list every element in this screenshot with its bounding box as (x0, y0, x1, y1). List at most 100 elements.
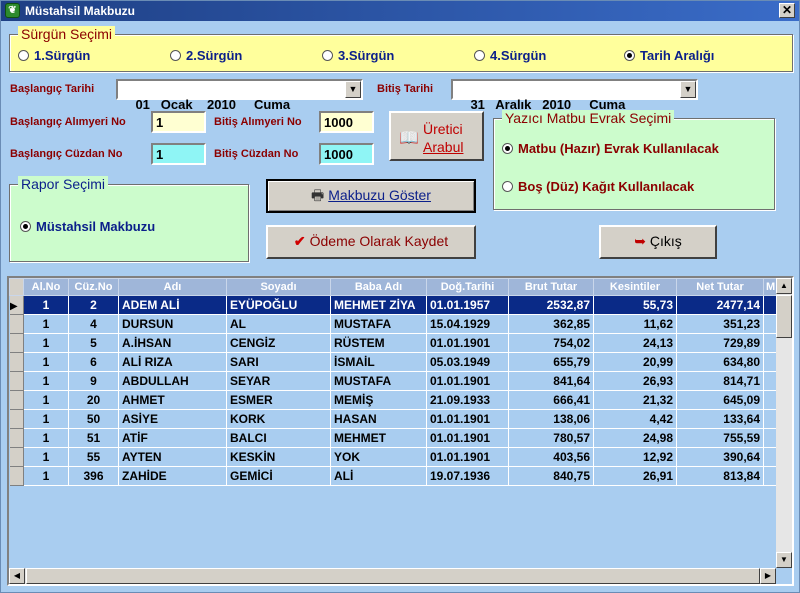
radio-matbu[interactable]: Matbu (Hazır) Evrak Kullanılacak (502, 141, 719, 156)
table-cell[interactable]: EYÜPOĞLU (226, 295, 331, 315)
cikis-button[interactable]: ➥ Çıkış (599, 225, 717, 259)
table-cell[interactable]: 24,13 (593, 333, 677, 353)
table-cell[interactable]: 351,23 (676, 314, 764, 334)
horizontal-scroll-thumb[interactable] (26, 568, 760, 584)
table-cell[interactable]: ATİF (118, 428, 227, 448)
table-cell[interactable]: ZAHİDE (118, 466, 227, 486)
table-cell[interactable]: ABDULLAH (118, 371, 227, 391)
table-cell[interactable]: 6 (68, 352, 119, 372)
table-row[interactable]: 1 55 AYTEN KESKİN YOK 01.01.1901 403,56 12,92 39… (9, 447, 779, 467)
table-cell[interactable]: 4,42 (593, 409, 677, 429)
table-row[interactable]: 1 4 DURSUN AL MUSTAFA 15.04.1929 362,85 11,62 35… (9, 314, 779, 334)
table-cell[interactable]: 1 (23, 447, 69, 467)
table-cell[interactable]: 51 (68, 428, 119, 448)
table-cell[interactable]: MEMİŞ (330, 390, 427, 410)
table-cell[interactable]: 24,98 (593, 428, 677, 448)
table-cell[interactable]: 5 (68, 333, 119, 353)
table-cell[interactable]: YOK (330, 447, 427, 467)
row-indicator[interactable] (9, 314, 24, 334)
table-cell[interactable]: ADEM ALİ (118, 295, 227, 315)
uretici-arabul-button[interactable]: 📖 Üretici Arabul (389, 111, 484, 161)
row-indicator[interactable] (9, 352, 24, 372)
table-cell[interactable]: 403,56 (508, 447, 594, 467)
table-cell[interactable]: 01.01.1957 (426, 295, 509, 315)
table-cell[interactable]: 01.01.1901 (426, 371, 509, 391)
column-header[interactable]: Adı (118, 278, 227, 296)
table-cell[interactable]: 1 (23, 390, 69, 410)
table-row[interactable]: 1 6 ALİ RIZA SARI İSMAİL 05.03.1949 655,79 20,9… (9, 352, 779, 372)
table-cell[interactable]: RÜSTEM (330, 333, 427, 353)
column-header[interactable]: Brut Tutar (508, 278, 594, 296)
table-cell[interactable]: 01.01.1901 (426, 447, 509, 467)
odeme-kaydet-button[interactable]: ✔ Ödeme Olarak Kaydet (266, 225, 476, 259)
table-cell[interactable]: 05.03.1949 (426, 352, 509, 372)
chevron-down-icon[interactable]: ▼ (680, 81, 696, 98)
row-indicator[interactable] (9, 447, 24, 467)
table-cell[interactable]: 1 (23, 466, 69, 486)
table-cell[interactable]: 780,57 (508, 428, 594, 448)
close-button[interactable]: ✕ (779, 3, 795, 18)
table-cell[interactable]: MUSTAFA (330, 314, 427, 334)
table-row[interactable]: 1 396 ZAHİDE GEMİCİ ALİ 19.07.1936 840,75 26,91… (9, 466, 779, 486)
table-cell[interactable]: 814,71 (676, 371, 764, 391)
table-cell[interactable]: 2 (68, 295, 119, 315)
table-cell[interactable]: 138,06 (508, 409, 594, 429)
table-cell[interactable]: İSMAİL (330, 352, 427, 372)
table-cell[interactable]: MEHMET (330, 428, 427, 448)
table-cell[interactable]: 840,75 (508, 466, 594, 486)
table-cell[interactable]: 20 (68, 390, 119, 410)
column-header[interactable]: Net Tutar (676, 278, 764, 296)
table-cell[interactable]: 15.04.1929 (426, 314, 509, 334)
table-cell[interactable]: 729,89 (676, 333, 764, 353)
vertical-scrollbar[interactable]: ▲ ▼ (776, 278, 792, 568)
table-cell[interactable]: SEYAR (226, 371, 331, 391)
table-cell[interactable]: GEMİCİ (226, 466, 331, 486)
table-row[interactable]: ▶ 1 2 ADEM ALİ EYÜPOĞLU MEHMET ZİYA 01.01.1957… (9, 295, 779, 315)
row-indicator[interactable] (9, 409, 24, 429)
table-cell[interactable]: KORK (226, 409, 331, 429)
table-cell[interactable]: 21,32 (593, 390, 677, 410)
table-cell[interactable]: MEHMET ZİYA (330, 295, 427, 315)
row-indicator[interactable] (9, 390, 24, 410)
table-cell[interactable]: 12,92 (593, 447, 677, 467)
table-cell[interactable]: A.İHSAN (118, 333, 227, 353)
table-cell[interactable]: 1 (23, 428, 69, 448)
column-header[interactable]: Soyadı (226, 278, 331, 296)
radio-bos-kagit[interactable]: Boş (Düz) Kağıt Kullanılacak (502, 179, 694, 194)
table-cell[interactable]: 645,09 (676, 390, 764, 410)
table-cell[interactable]: 1 (23, 352, 69, 372)
start-cuzdan-input[interactable]: 1 (151, 143, 206, 165)
table-cell[interactable]: KESKİN (226, 447, 331, 467)
table-cell[interactable]: 813,84 (676, 466, 764, 486)
table-cell[interactable]: 841,64 (508, 371, 594, 391)
table-cell[interactable]: 19.07.1936 (426, 466, 509, 486)
row-indicator[interactable] (9, 466, 24, 486)
table-cell[interactable]: 2477,14 (676, 295, 764, 315)
table-cell[interactable]: 1 (23, 295, 69, 315)
table-cell[interactable]: 21.09.1933 (426, 390, 509, 410)
table-cell[interactable]: ALİ RIZA (118, 352, 227, 372)
horizontal-scrollbar[interactable]: ◀ ▶ (9, 568, 776, 584)
table-cell[interactable]: ESMER (226, 390, 331, 410)
table-cell[interactable]: 11,62 (593, 314, 677, 334)
end-alimyeri-input[interactable]: 1000 (319, 111, 374, 133)
table-cell[interactable]: 754,02 (508, 333, 594, 353)
table-cell[interactable]: DURSUN (118, 314, 227, 334)
column-header[interactable]: Kesintiler (593, 278, 677, 296)
start-alimyeri-input[interactable]: 1 (151, 111, 206, 133)
table-cell[interactable]: HASAN (330, 409, 427, 429)
column-header[interactable]: Doğ.Tarihi (426, 278, 509, 296)
table-cell[interactable]: MUSTAFA (330, 371, 427, 391)
table-cell[interactable]: 50 (68, 409, 119, 429)
table-cell[interactable]: AYTEN (118, 447, 227, 467)
table-cell[interactable]: 755,59 (676, 428, 764, 448)
table-cell[interactable]: AHMET (118, 390, 227, 410)
table-cell[interactable]: 26,91 (593, 466, 677, 486)
table-row[interactable]: 1 9 ABDULLAH SEYAR MUSTAFA 01.01.1901 841,64 26… (9, 371, 779, 391)
radio-tarih-araligi[interactable]: Tarih Aralığı (624, 48, 714, 63)
table-cell[interactable]: ASİYE (118, 409, 227, 429)
row-indicator[interactable] (9, 371, 24, 391)
table-cell[interactable]: BALCI (226, 428, 331, 448)
table-cell[interactable]: CENGİZ (226, 333, 331, 353)
table-cell[interactable]: 390,64 (676, 447, 764, 467)
